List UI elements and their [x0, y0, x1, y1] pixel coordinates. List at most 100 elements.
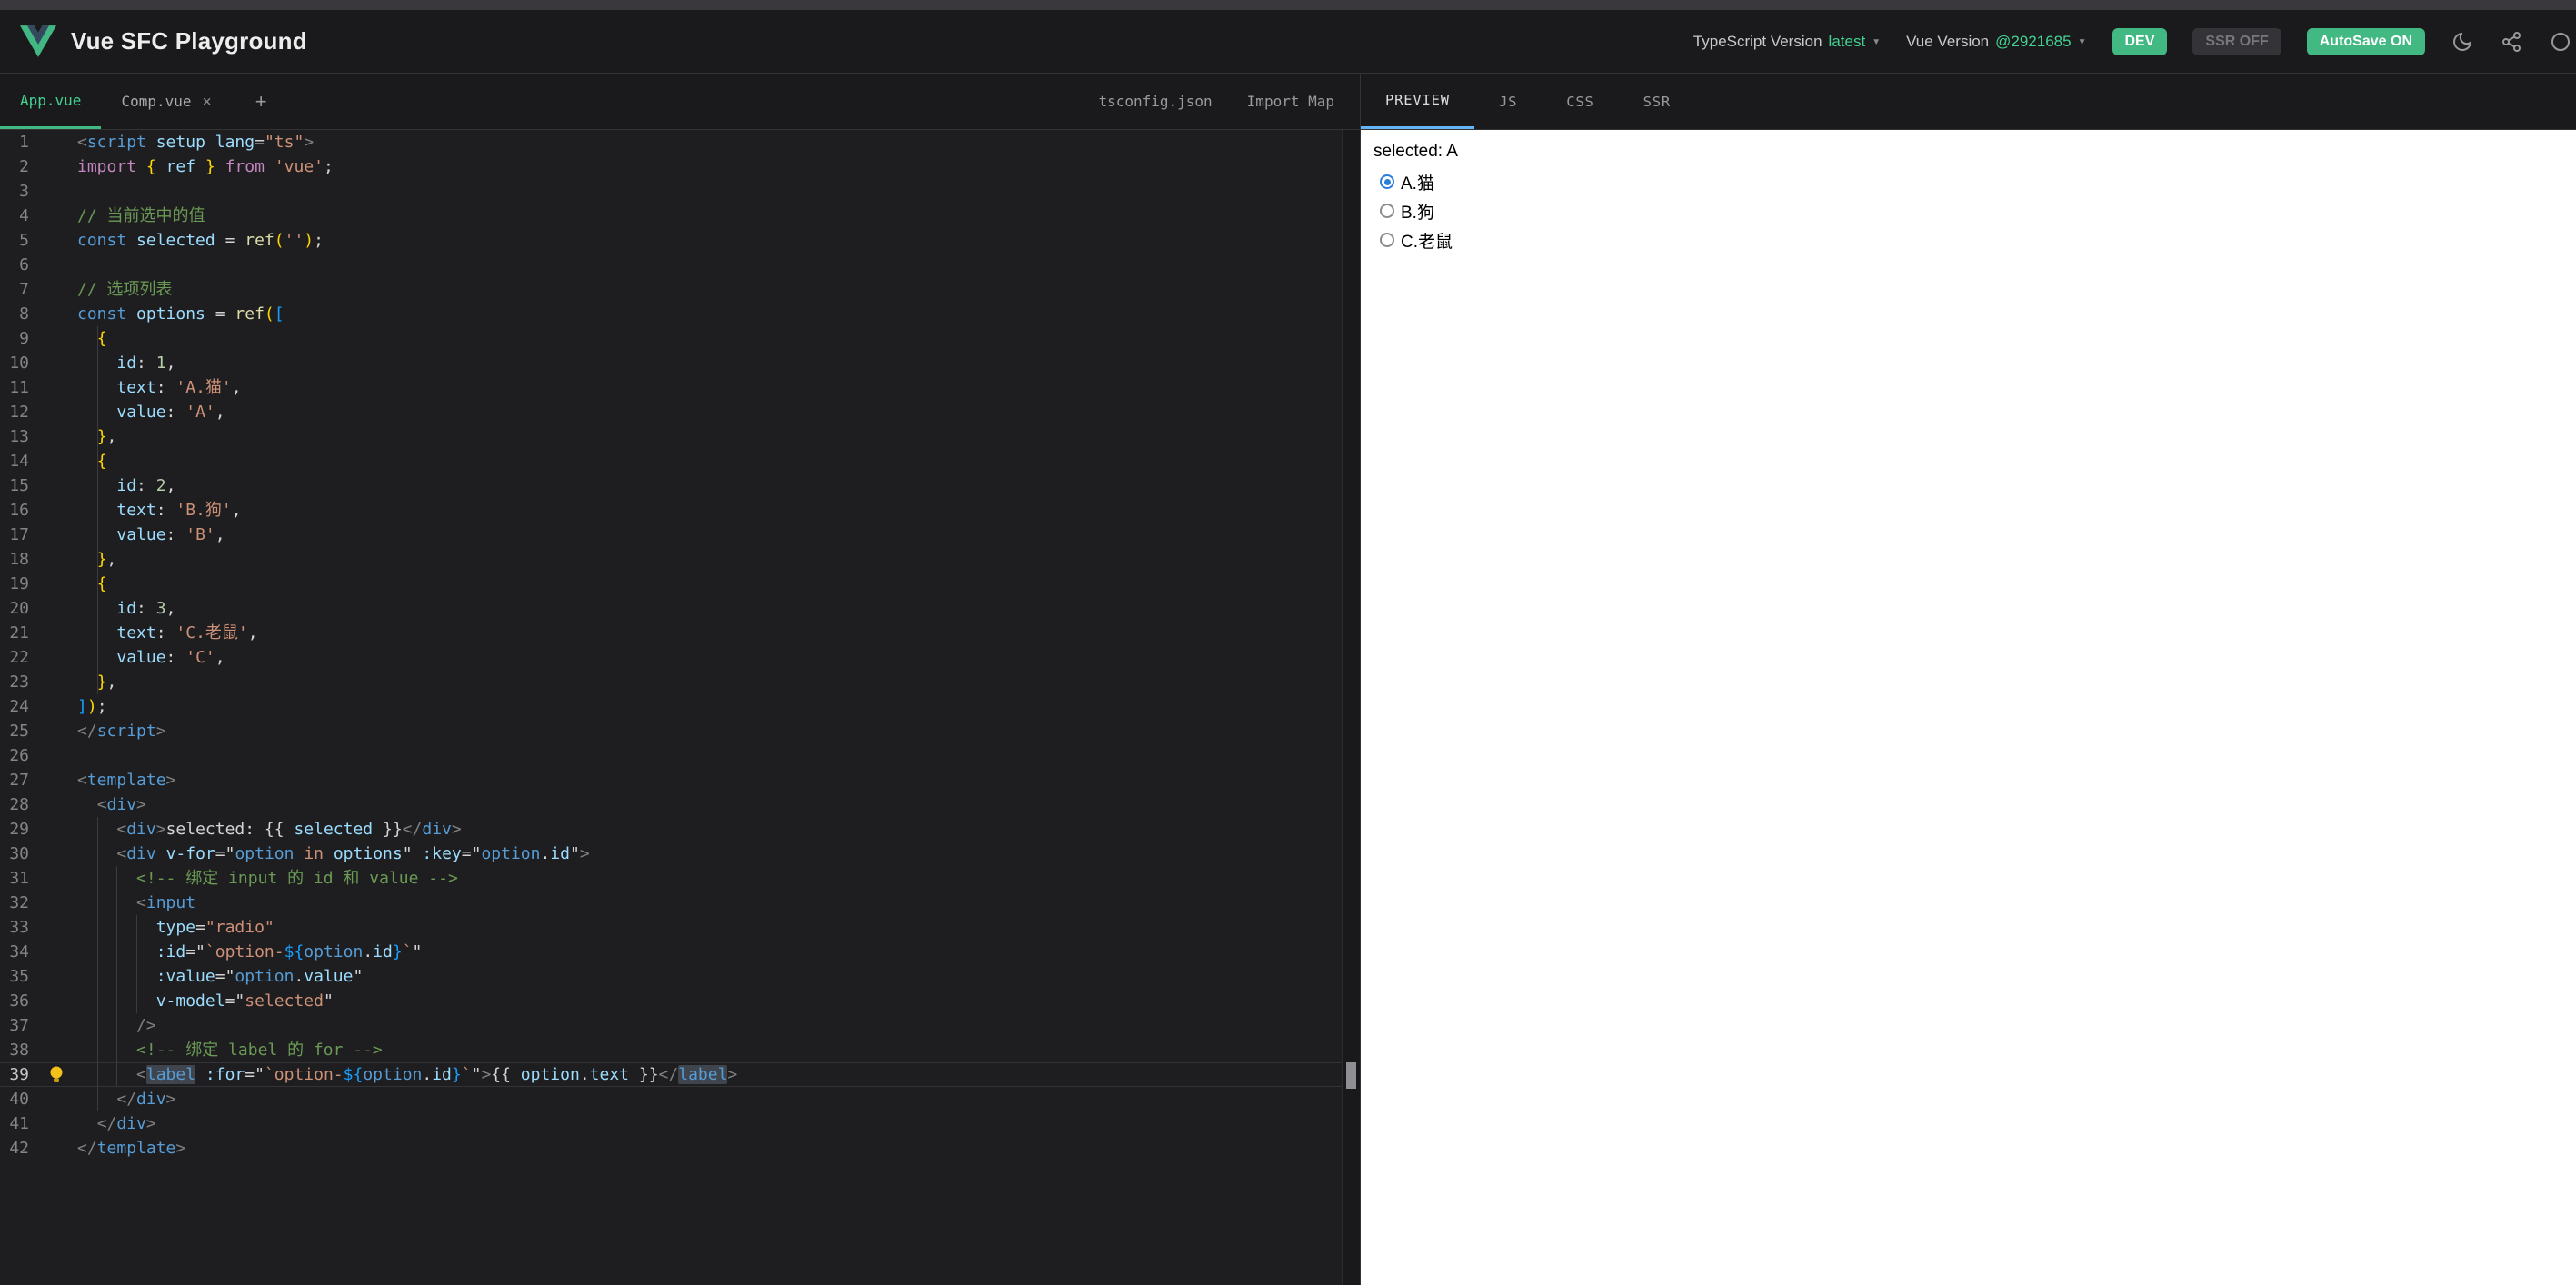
code-text: <label :for="`option-${option.id}`">{{ o… — [136, 1065, 738, 1084]
vue-version-value: @2921685 — [1995, 32, 2072, 50]
code-line[interactable]: 33 type="radio" — [0, 915, 1360, 940]
radio-label[interactable]: B.狗 — [1401, 199, 1434, 224]
code-line[interactable]: 11 text: 'A.猫', — [0, 375, 1360, 400]
lightbulb-icon[interactable] — [47, 1065, 65, 1084]
output-tabbar: PREVIEW JS CSS SSR — [1361, 74, 2576, 130]
download-icon[interactable] — [2549, 30, 2572, 54]
chevron-down-icon: ▼ — [2077, 37, 2087, 47]
code-line[interactable]: 28 <div> — [0, 792, 1360, 817]
radio-input[interactable] — [1380, 204, 1394, 218]
code-line[interactable]: 6 — [0, 253, 1360, 277]
code-line[interactable]: 31 <!-- 绑定 input 的 id 和 value --> — [0, 866, 1360, 891]
code-line[interactable]: 26 — [0, 743, 1360, 768]
typescript-version-label: TypeScript Version — [1692, 32, 1822, 50]
code-line[interactable]: 4 // 当前选中的值 — [0, 204, 1360, 228]
typescript-version-select[interactable]: TypeScript Version latest ▼ — [1693, 33, 1881, 51]
code-line[interactable]: 40 </div> — [0, 1087, 1360, 1111]
code-text: // 选项列表 — [77, 280, 173, 299]
code-line[interactable]: 15 id: 2, — [0, 473, 1360, 498]
code-line[interactable]: 1 <script setup lang="ts"> — [0, 130, 1360, 154]
output-tab-preview[interactable]: PREVIEW — [1361, 74, 1474, 129]
code-line[interactable]: 17 value: 'B', — [0, 523, 1360, 547]
code-line[interactable]: 29 <div>selected: {{ selected }}</div> — [0, 817, 1360, 842]
preview-frame: selected: A A.猫 B.狗 C.老鼠 — [1361, 130, 2576, 1285]
code-text: :id="`option-${option.id}`" — [155, 942, 423, 961]
code-line[interactable]: 30 <div v-for="option in options" :key="… — [0, 842, 1360, 866]
radio-option-row: A.猫 — [1372, 167, 2565, 196]
output-tab-js[interactable]: JS — [1474, 74, 1542, 129]
code-line[interactable]: 23 }, — [0, 670, 1360, 694]
radio-input[interactable] — [1380, 233, 1394, 247]
code-line[interactable]: 37 /> — [0, 1013, 1360, 1038]
code-line[interactable]: 5 const selected = ref(''); — [0, 228, 1360, 253]
radio-label[interactable]: A.猫 — [1401, 170, 1434, 194]
line-number: 26 — [9, 746, 29, 765]
code-line[interactable]: 27 <template> — [0, 768, 1360, 792]
code-line[interactable]: 9 { — [0, 326, 1360, 351]
add-file-button[interactable]: + — [232, 74, 291, 129]
config-tab-import-map[interactable]: Import Map — [1247, 93, 1334, 110]
code-line[interactable]: 8 const options = ref([ — [0, 302, 1360, 326]
code-line[interactable]: 13 }, — [0, 424, 1360, 449]
vue-version-select[interactable]: Vue Version @2921685 ▼ — [1906, 33, 2086, 51]
radio-label[interactable]: C.老鼠 — [1401, 228, 1453, 253]
close-tab-icon[interactable]: × — [203, 93, 212, 111]
config-tab-tsconfig-json[interactable]: tsconfig.json — [1098, 93, 1212, 110]
output-tab-css[interactable]: CSS — [1542, 74, 1618, 129]
code-lines: 1 <script setup lang="ts"> 2 import { ref }… — [0, 130, 1360, 1160]
code-line[interactable]: 2 import { ref } from 'vue'; — [0, 154, 1360, 179]
code-line[interactable]: 38 <!-- 绑定 label 的 for --> — [0, 1038, 1360, 1062]
line-number: 38 — [9, 1041, 29, 1060]
code-text: <template> — [77, 771, 176, 790]
page-title: Vue SFC Playground — [71, 27, 307, 55]
code-line[interactable]: 39 <label :for="`option-${option.id}`">{… — [0, 1062, 1360, 1087]
radio-input-checked[interactable] — [1380, 174, 1394, 189]
file-tab-label: Comp.vue — [121, 93, 192, 110]
code-line[interactable]: 14 { — [0, 449, 1360, 473]
code-line[interactable]: 10 id: 1, — [0, 351, 1360, 375]
editor-scrollbar[interactable] — [1342, 130, 1360, 1285]
code-line[interactable]: 42 </template> — [0, 1136, 1360, 1160]
line-number: 31 — [9, 869, 29, 888]
file-tab-comp-vue[interactable]: Comp.vue × — [101, 74, 231, 129]
code-text: <div> — [96, 795, 146, 814]
code-text: :value="option.value" — [155, 967, 364, 986]
code-line[interactable]: 21 text: 'C.老鼠', — [0, 621, 1360, 645]
code-line[interactable]: 36 v-model="selected" — [0, 989, 1360, 1013]
dev-toggle-button[interactable]: DEV — [2112, 27, 2168, 55]
window-top-edge — [0, 0, 2576, 10]
scrollbar-marker[interactable] — [1346, 1062, 1356, 1089]
code-text: { — [96, 574, 107, 593]
code-line[interactable]: 32 <input — [0, 891, 1360, 915]
code-line[interactable]: 3 — [0, 179, 1360, 204]
code-line[interactable]: 35 :value="option.value" — [0, 964, 1360, 989]
code-text: type="radio" — [155, 918, 275, 937]
line-number: 9 — [19, 329, 29, 348]
autosave-toggle-button[interactable]: AutoSave ON — [2306, 27, 2425, 55]
code-text: /> — [136, 1016, 156, 1035]
file-tab-label: App.vue — [20, 91, 82, 109]
code-line[interactable]: 25 </script> — [0, 719, 1360, 743]
code-line[interactable]: 22 value: 'C', — [0, 645, 1360, 670]
line-number: 15 — [9, 476, 29, 495]
code-editor[interactable]: 1 <script setup lang="ts"> 2 import { ref }… — [0, 130, 1360, 1285]
file-tab-app-vue[interactable]: App.vue — [0, 74, 102, 129]
line-number: 36 — [9, 991, 29, 1011]
code-line[interactable]: 19 { — [0, 572, 1360, 596]
ssr-toggle-button[interactable]: SSR OFF — [2192, 27, 2281, 55]
code-text: value: 'B', — [116, 525, 225, 544]
code-line[interactable]: 24]); — [0, 694, 1360, 719]
line-number: 3 — [19, 182, 29, 201]
code-line[interactable]: 41 </div> — [0, 1111, 1360, 1136]
code-line[interactable]: 18 }, — [0, 547, 1360, 572]
code-text: value: 'A', — [116, 403, 225, 422]
code-line[interactable]: 34 :id="`option-${option.id}`" — [0, 940, 1360, 964]
moon-icon[interactable] — [2451, 30, 2474, 54]
code-line[interactable]: 16 text: 'B.狗', — [0, 498, 1360, 523]
code-line[interactable]: 7 // 选项列表 — [0, 277, 1360, 302]
code-line[interactable]: 20 id: 3, — [0, 596, 1360, 621]
output-tab-ssr[interactable]: SSR — [1619, 74, 1695, 129]
line-number: 2 — [19, 157, 29, 176]
share-icon[interactable] — [2500, 30, 2523, 54]
code-line[interactable]: 12 value: 'A', — [0, 400, 1360, 424]
